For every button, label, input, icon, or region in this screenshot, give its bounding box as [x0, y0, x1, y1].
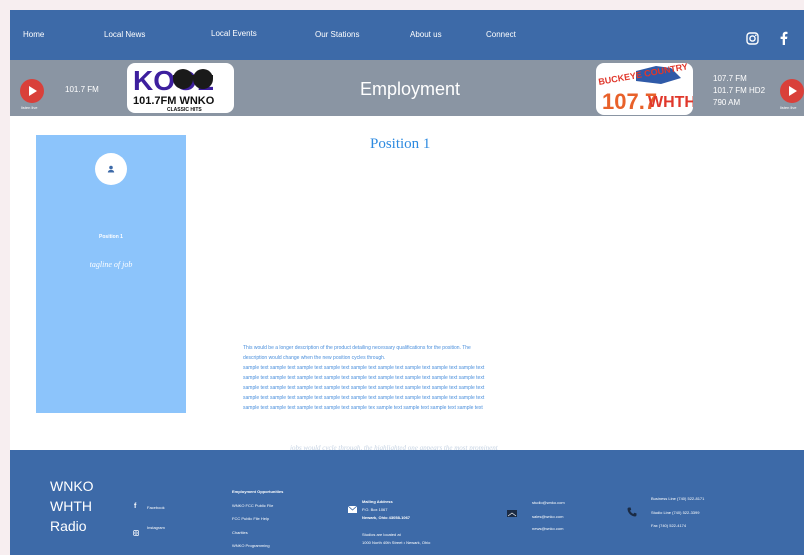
top-nav: Home Local News Local Events Our Station…: [10, 10, 804, 60]
phone-icon: [627, 504, 637, 522]
email-icon: [507, 504, 517, 522]
email-link[interactable]: news@wnko.com: [532, 526, 563, 532]
nav-connect[interactable]: Connect: [486, 30, 516, 39]
facebook-icon[interactable]: f: [134, 503, 136, 510]
description-line: sample text sample text sample text samp…: [243, 395, 485, 401]
footer-brand: WNKO WHTH Radio: [50, 476, 94, 536]
job-description: This would be a longer description of th…: [243, 343, 543, 413]
email-link[interactable]: sales@wnko.com: [532, 514, 563, 520]
footer-link[interactable]: Employment Opportunities: [232, 489, 283, 495]
phone-studio[interactable]: Studio Line (740) 522-3399: [651, 510, 699, 516]
kool-logo-text-2: 101.7FM WNKO: [133, 95, 215, 107]
page: Home Local News Local Events Our Station…: [10, 10, 804, 555]
footer-link[interactable]: WNKO Programming: [232, 543, 270, 549]
play-button-left[interactable]: [20, 79, 44, 103]
description-line: sample text sample text sample text samp…: [243, 405, 483, 411]
description-line: description would change when the new po…: [243, 355, 386, 361]
nav-our-stations[interactable]: Our Stations: [315, 30, 359, 39]
footer: WNKO WHTH Radio f Facebook Instagram Emp…: [10, 450, 804, 555]
footer-facebook-link[interactable]: Facebook: [147, 505, 165, 511]
kool-logo-text-3: CLASSIC HITS: [167, 107, 202, 113]
mail-icon: [347, 500, 358, 518]
phone-fax[interactable]: Fax (740) 522-4174: [651, 523, 686, 529]
studio-address: 1000 North 40th Street • Newark, Ohio: [362, 540, 431, 545]
instagram-icon[interactable]: [746, 32, 759, 50]
footer-link[interactable]: FCC Public File Help: [232, 516, 269, 522]
card-position-name: Position 1: [99, 234, 123, 240]
instagram-icon[interactable]: [133, 523, 139, 541]
right-frequency-2: 101.7 FM HD2: [713, 86, 766, 95]
mailing-line-1: P.O. Box 1067: [362, 507, 388, 512]
footer-link[interactable]: WNKO FCC Public File: [232, 503, 273, 509]
facebook-icon[interactable]: [780, 31, 788, 50]
nav-home[interactable]: Home: [23, 30, 44, 39]
buckeye-logo[interactable]: BUCKEYE COUNTRY 107.7 WHTH: [596, 63, 693, 115]
user-icon: [107, 165, 115, 173]
listen-live-left[interactable]: listen live: [21, 105, 37, 110]
email-link[interactable]: studio@wnko.com: [532, 500, 565, 506]
mailing-title: Mailing Address: [362, 499, 393, 504]
avatar: [95, 153, 127, 185]
buckeye-logo-text-3: WHTH: [648, 94, 693, 111]
description-line: sample text sample text sample text samp…: [243, 375, 485, 381]
phone-business[interactable]: Business Line (740) 522-8171: [651, 496, 704, 502]
page-title: Employment: [360, 79, 461, 99]
footer-link[interactable]: Charities: [232, 530, 248, 536]
listen-live-right[interactable]: listen live: [780, 105, 796, 110]
description-line: sample text sample text sample text samp…: [243, 365, 485, 371]
play-button-right[interactable]: [780, 79, 804, 103]
footer-instagram-link[interactable]: Instagram: [147, 525, 165, 531]
kool-logo[interactable]: KOOL 101.7FM WNKO CLASSIC HITS: [127, 63, 234, 113]
nav-local-events[interactable]: Local Events: [211, 29, 257, 38]
card-tagline: tagline of job: [89, 260, 133, 269]
description-line: This would be a longer description of th…: [243, 345, 471, 351]
nav-local-news[interactable]: Local News: [104, 30, 145, 39]
mailing-line-2: Newark, Ohio 43058-1067: [362, 515, 411, 520]
left-frequency: 101.7 FM: [65, 85, 99, 94]
studios-located: Studios are located at: [362, 532, 401, 537]
brand-line: WHTH: [50, 498, 92, 514]
right-frequency-1: 107.7 FM: [713, 74, 747, 83]
position-title: Position 1: [370, 136, 431, 152]
job-card[interactable]: Position 1 tagline of job: [36, 135, 186, 413]
brand-line: Radio: [50, 518, 87, 534]
nav-about-us[interactable]: About us: [410, 30, 442, 39]
brand-line: WNKO: [50, 478, 94, 494]
description-line: sample text sample text sample text samp…: [243, 385, 485, 391]
right-frequency-3: 790 AM: [713, 98, 741, 107]
